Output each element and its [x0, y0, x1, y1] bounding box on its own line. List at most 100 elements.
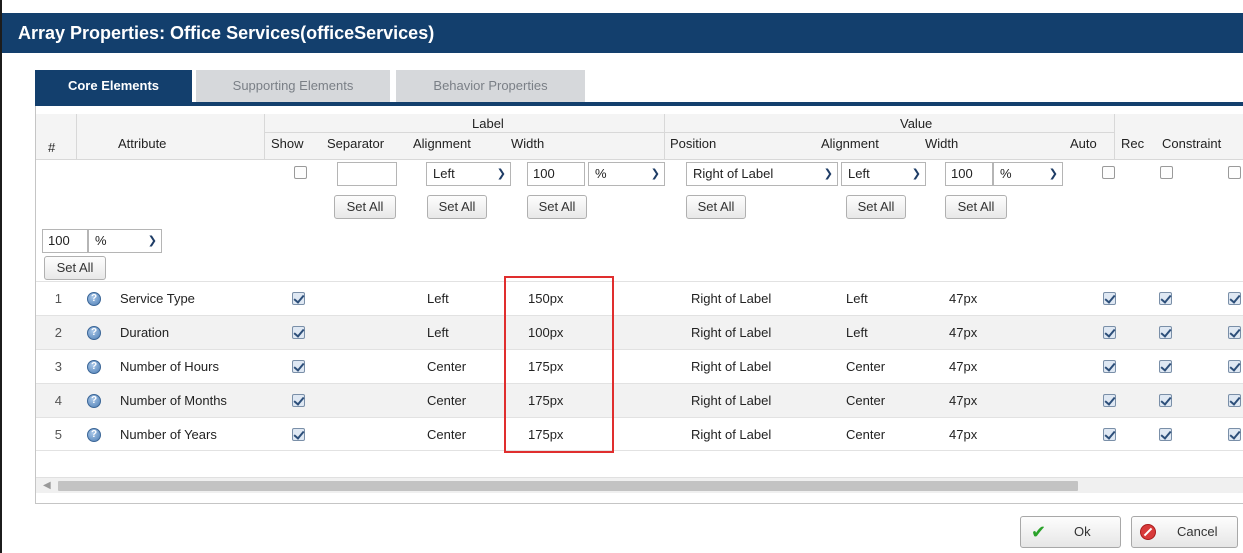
col-header-rec[interactable]: Rec: [1121, 136, 1144, 151]
col-header-separator[interactable]: Separator: [327, 136, 384, 151]
col-header-value-width[interactable]: Width: [925, 136, 958, 151]
tab-supporting-elements[interactable]: Supporting Elements: [196, 70, 390, 102]
value-alignment-value: Center: [846, 393, 886, 408]
window-left-border: [0, 0, 2, 553]
separator-default-input[interactable]: [337, 162, 397, 186]
value-alignment-value: Left: [846, 325, 868, 340]
show-checkbox[interactable]: [292, 292, 305, 305]
col-header-show[interactable]: Show: [271, 136, 304, 151]
auto-checkbox[interactable]: [1103, 292, 1116, 305]
ok-button[interactable]: ✔ Ok: [1020, 516, 1121, 548]
set-all-value-alignment-button[interactable]: Set All: [846, 195, 906, 219]
constraint-checkbox[interactable]: [1228, 394, 1241, 407]
col-header-constraint[interactable]: Constraint: [1162, 136, 1221, 151]
show-checkbox[interactable]: [292, 360, 305, 373]
set-all-label-alignment-button[interactable]: Set All: [427, 195, 487, 219]
dialog-title: Array Properties: Office Services(office…: [2, 13, 1243, 53]
label-width-default-input[interactable]: 100: [527, 162, 585, 186]
show-checkbox[interactable]: [292, 394, 305, 407]
value-width-default-input[interactable]: 100: [945, 162, 993, 186]
col-header-attribute[interactable]: Attribute: [118, 136, 166, 151]
col-header-label-width[interactable]: Width: [511, 136, 544, 151]
show-all-checkbox[interactable]: [294, 166, 307, 179]
value-alignment-value: Center: [846, 359, 886, 374]
col-header-label-alignment[interactable]: Alignment: [413, 136, 471, 151]
ok-label: Ok: [1074, 524, 1091, 539]
auto-checkbox[interactable]: [1103, 326, 1116, 339]
label-width-unit-select[interactable]: % ❯: [588, 162, 665, 186]
grid-header: [36, 114, 1243, 160]
auto-checkbox[interactable]: [1103, 428, 1116, 441]
help-icon[interactable]: ?: [87, 394, 101, 408]
auto-checkbox[interactable]: [1103, 394, 1116, 407]
rec-checkbox[interactable]: [1159, 394, 1172, 407]
attribute-name: Duration: [120, 325, 170, 340]
value-width-value: 47px: [949, 359, 978, 374]
table-row[interactable]: 3 ? Number of Hours Center 175px Right o…: [36, 349, 1243, 383]
constraint-checkbox[interactable]: [1228, 360, 1241, 373]
table-row[interactable]: 5 ? Number of Years Center 175px Right o…: [36, 417, 1243, 451]
col-header-auto[interactable]: Auto: [1070, 136, 1097, 151]
constraint-checkbox[interactable]: [1228, 326, 1241, 339]
help-icon[interactable]: ?: [87, 292, 101, 306]
constraint-all-checkbox[interactable]: [1228, 166, 1241, 179]
attribute-name: Number of Months: [120, 393, 227, 408]
value-width-value: 47px: [949, 325, 978, 340]
help-icon[interactable]: ?: [87, 428, 101, 442]
position-value: Right of Label: [691, 393, 772, 408]
show-checkbox[interactable]: [292, 326, 305, 339]
table-row[interactable]: 4 ? Number of Months Center 175px Right …: [36, 383, 1243, 417]
col-divider: [664, 114, 665, 160]
rec-checkbox[interactable]: [1159, 360, 1172, 373]
value-alignment-default-value: Left: [848, 166, 870, 181]
label-alignment-value: Center: [427, 359, 467, 374]
label-alignment-default-value: Left: [433, 166, 455, 181]
constraint-checkbox[interactable]: [1228, 292, 1241, 305]
auto-checkbox[interactable]: [1103, 360, 1116, 373]
rec-checkbox[interactable]: [1159, 292, 1172, 305]
horizontal-scrollbar[interactable]: ◀: [36, 477, 1243, 493]
scroll-left-icon[interactable]: ◀: [43, 478, 51, 494]
tab-core-elements[interactable]: Core Elements: [35, 70, 192, 102]
chevron-down-icon: ❯: [496, 168, 506, 180]
attribute-name: Service Type: [120, 291, 195, 306]
value-width-value: 47px: [949, 393, 978, 408]
table-row[interactable]: 2 ? Duration Left 100px Right of Label L…: [36, 315, 1243, 349]
rec-checkbox[interactable]: [1159, 326, 1172, 339]
value-alignment-default-select[interactable]: Left ❯: [841, 162, 926, 186]
cancel-button[interactable]: Cancel: [1131, 516, 1238, 548]
position-default-select[interactable]: Right of Label ❯: [686, 162, 838, 186]
auto-all-checkbox[interactable]: [1102, 166, 1115, 179]
label-width-unit-value: %: [595, 166, 607, 181]
rec-checkbox[interactable]: [1159, 428, 1172, 441]
chevron-down-icon: ❯: [650, 168, 660, 180]
row-number: 3: [54, 359, 62, 374]
label-alignment-value: Left: [427, 325, 449, 340]
rec-all-checkbox[interactable]: [1160, 166, 1173, 179]
set-all-separator-button[interactable]: Set All: [334, 195, 396, 219]
col-header-position[interactable]: Position: [670, 136, 716, 151]
table-row[interactable]: 1 ? Service Type Left 150px Right of Lab…: [36, 281, 1243, 315]
width-highlight-box: [504, 276, 614, 453]
extra-width-default-input[interactable]: 100: [42, 229, 88, 253]
set-all-position-button[interactable]: Set All: [686, 195, 746, 219]
constraint-checkbox[interactable]: [1228, 428, 1241, 441]
col-header-value-alignment[interactable]: Alignment: [821, 136, 879, 151]
help-icon[interactable]: ?: [87, 360, 101, 374]
show-checkbox[interactable]: [292, 428, 305, 441]
position-value: Right of Label: [691, 291, 772, 306]
set-all-extra-width-button[interactable]: Set All: [44, 256, 106, 280]
extra-width-unit-select[interactable]: % ❯: [88, 229, 162, 253]
row-number: 5: [54, 427, 62, 442]
set-all-label-width-button[interactable]: Set All: [527, 195, 587, 219]
value-width-value: 47px: [949, 427, 978, 442]
tab-behavior-properties[interactable]: Behavior Properties: [396, 70, 585, 102]
help-icon[interactable]: ?: [87, 326, 101, 340]
set-all-value-width-button[interactable]: Set All: [945, 195, 1007, 219]
position-default-value: Right of Label: [693, 166, 774, 181]
scrollbar-thumb[interactable]: [58, 481, 1078, 491]
value-group-divider: [664, 132, 1114, 133]
label-alignment-default-select[interactable]: Left ❯: [426, 162, 511, 186]
value-width-unit-select[interactable]: % ❯: [993, 162, 1063, 186]
position-value: Right of Label: [691, 427, 772, 442]
